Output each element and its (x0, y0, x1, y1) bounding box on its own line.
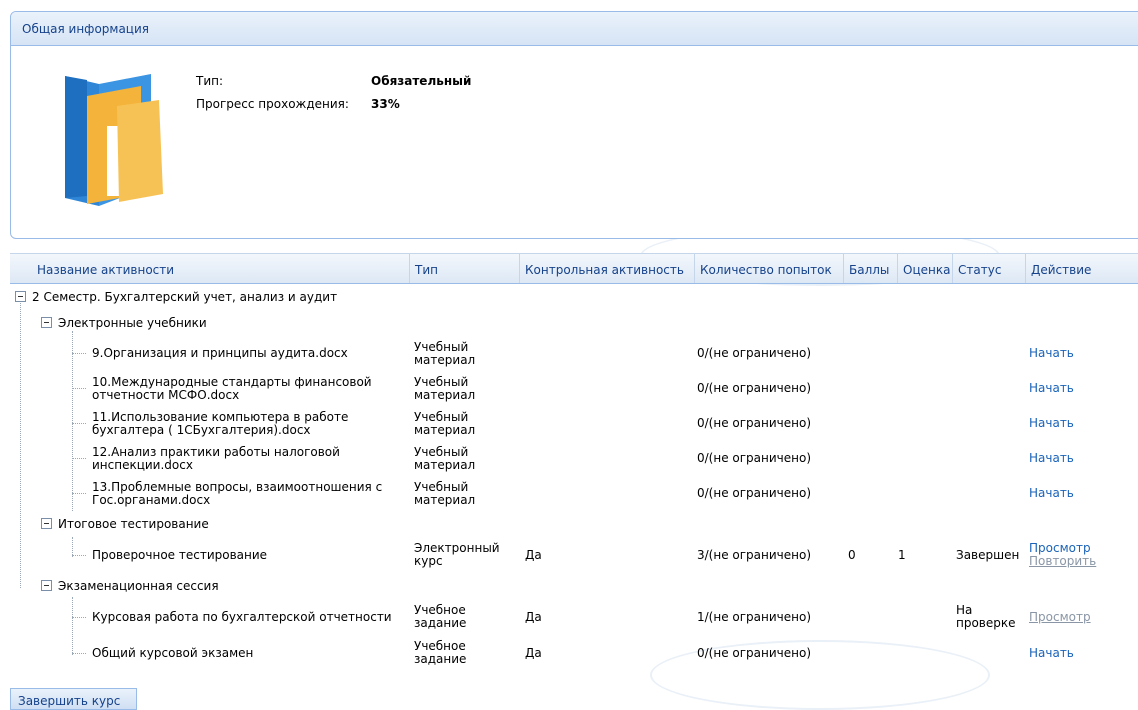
table-row: 13.Проблемные вопросы, взаимоотношения с… (10, 476, 1138, 511)
control-value: Да (525, 547, 542, 562)
start-link[interactable]: Начать (1029, 371, 1074, 406)
collapse-toggle-icon[interactable] (41, 317, 52, 328)
activity-type: задание (414, 616, 467, 630)
table-row: Проверочное тестирование Электронный курс… (10, 537, 1138, 573)
activity-type: Учебный (414, 444, 469, 459)
progress-value: 33% (371, 96, 400, 111)
activity-name: отчетности МСФО.docx (92, 387, 240, 402)
table-row: 10.Международные стандарты финансовой отч… (10, 371, 1138, 406)
table-row: Общий курсовой экзамен Учебное задание Да… (10, 635, 1138, 671)
collapse-toggle-icon[interactable] (41, 580, 52, 591)
column-header-grade[interactable]: Оценка (898, 254, 953, 283)
attempts-value: 0/(не ограничено) (697, 346, 812, 360)
general-info-panel: Общая информация Тип: Обязательный Прогр… (10, 11, 1138, 239)
view-link[interactable]: Просмотр (1029, 599, 1091, 635)
activity-name: Общий курсовой экзамен (92, 645, 254, 660)
activity-type: материал (414, 492, 476, 507)
group-label: Итоговое тестирование (58, 516, 209, 531)
activity-name: Проверочное тестирование (92, 547, 268, 562)
attempts-value: 0/(не ограничено) (697, 451, 812, 465)
start-link[interactable]: Начать (1029, 476, 1074, 511)
start-link[interactable]: Начать (1029, 336, 1074, 371)
start-link[interactable]: Начать (1029, 635, 1074, 671)
general-info-header: Общая информация (11, 12, 1138, 46)
activity-type: Учебный (414, 409, 469, 424)
group-row: Электронные учебники (10, 310, 1138, 336)
retry-link[interactable]: Повторить (1029, 555, 1096, 568)
column-header-status[interactable]: Статус (953, 254, 1026, 283)
status-value: проверке (956, 616, 1016, 630)
finish-course-button[interactable]: Завершить курс (10, 688, 137, 710)
collapse-toggle-icon[interactable] (15, 291, 26, 302)
group-row: Итоговое тестирование (10, 511, 1138, 537)
tree-line (72, 458, 86, 459)
activity-name: бухгалтера ( 1СБухгалтерия).docx (92, 422, 311, 437)
control-value: Да (525, 645, 542, 660)
tree-line (72, 353, 86, 354)
attempts-value: 3/(не ограничено) (697, 547, 812, 562)
activity-name: 9.Организация и принципы аудита.docx (92, 346, 348, 360)
column-header-action[interactable]: Действие (1026, 254, 1138, 283)
column-header-type[interactable]: Тип (410, 254, 520, 283)
score-value: 0 (848, 547, 856, 562)
column-header-control[interactable]: Контрольная активность (520, 254, 695, 283)
attempts-value: 0/(не ограничено) (697, 381, 812, 395)
tree-line (72, 388, 86, 389)
table-row: Курсовая работа по бухгалтерской отчетно… (10, 599, 1138, 635)
activity-name: 10.Международные стандарты финансовой (92, 374, 372, 389)
start-link[interactable]: Начать (1029, 441, 1074, 476)
activity-name: 12.Анализ практики работы налоговой (92, 444, 340, 459)
activity-type: материал (414, 457, 476, 472)
activity-type: задание (414, 652, 467, 666)
group-row: Экзаменационная сессия (10, 573, 1138, 599)
activity-type: Учебный (414, 339, 469, 354)
activity-type: Учебный (414, 374, 469, 389)
activity-type: материал (414, 422, 476, 437)
column-header-attempts[interactable]: Количество попыток (695, 254, 844, 283)
activity-type: курс (414, 554, 443, 568)
progress-label: Прогресс прохождения: (196, 96, 349, 111)
collapse-toggle-icon[interactable] (41, 518, 52, 529)
start-link[interactable]: Начать (1029, 406, 1074, 441)
group-label: Электронные учебники (58, 315, 207, 330)
table-header: Название активности Тип Контрольная акти… (10, 253, 1138, 284)
column-header-score[interactable]: Баллы (844, 254, 898, 283)
type-value: Обязательный (371, 73, 472, 88)
activities-table: Название активности Тип Контрольная акти… (10, 253, 1138, 666)
activity-name: Курсовая работа по бухгалтерской отчетно… (92, 609, 392, 624)
attempts-value: 0/(не ограничено) (697, 416, 812, 430)
activity-type: материал (414, 387, 476, 402)
tree-line (72, 617, 86, 618)
activity-name: 11.Использование компьютера в работе (92, 409, 349, 424)
table-row: 9.Организация и принципы аудита.docx Уче… (10, 336, 1138, 371)
group-label: Экзаменационная сессия (58, 578, 219, 593)
table-row: 11.Использование компьютера в работе бухг… (10, 406, 1138, 441)
activity-name: Гос.органами.docx (92, 492, 211, 507)
root-label: 2 Семестр. Бухгалтерский учет, анализ и … (32, 289, 338, 304)
tree-line (72, 493, 86, 494)
column-header-name[interactable]: Название активности (10, 254, 410, 283)
attempts-value: 0/(не ограничено) (697, 486, 812, 500)
activity-name: инспекции.docx (92, 457, 193, 472)
tree-line (72, 555, 86, 556)
tree-line (72, 423, 86, 424)
table-row: 12.Анализ практики работы налоговой инспе… (10, 441, 1138, 476)
tree-root-row: 2 Семестр. Бухгалтерский учет, анализ и … (10, 284, 1138, 310)
activity-type: материал (414, 352, 476, 367)
folder-icon (65, 74, 163, 206)
grade-value: 1 (898, 547, 906, 562)
attempts-value: 0/(не ограничено) (697, 645, 812, 660)
status-value: Завершен (956, 547, 1020, 562)
activity-type: Учебный (414, 479, 469, 494)
type-label: Тип: (196, 73, 224, 88)
tree-line (72, 653, 86, 654)
attempts-value: 1/(не ограничено) (697, 609, 812, 624)
control-value: Да (525, 609, 542, 624)
activity-name: 13.Проблемные вопросы, взаимоотношения с (92, 479, 383, 494)
